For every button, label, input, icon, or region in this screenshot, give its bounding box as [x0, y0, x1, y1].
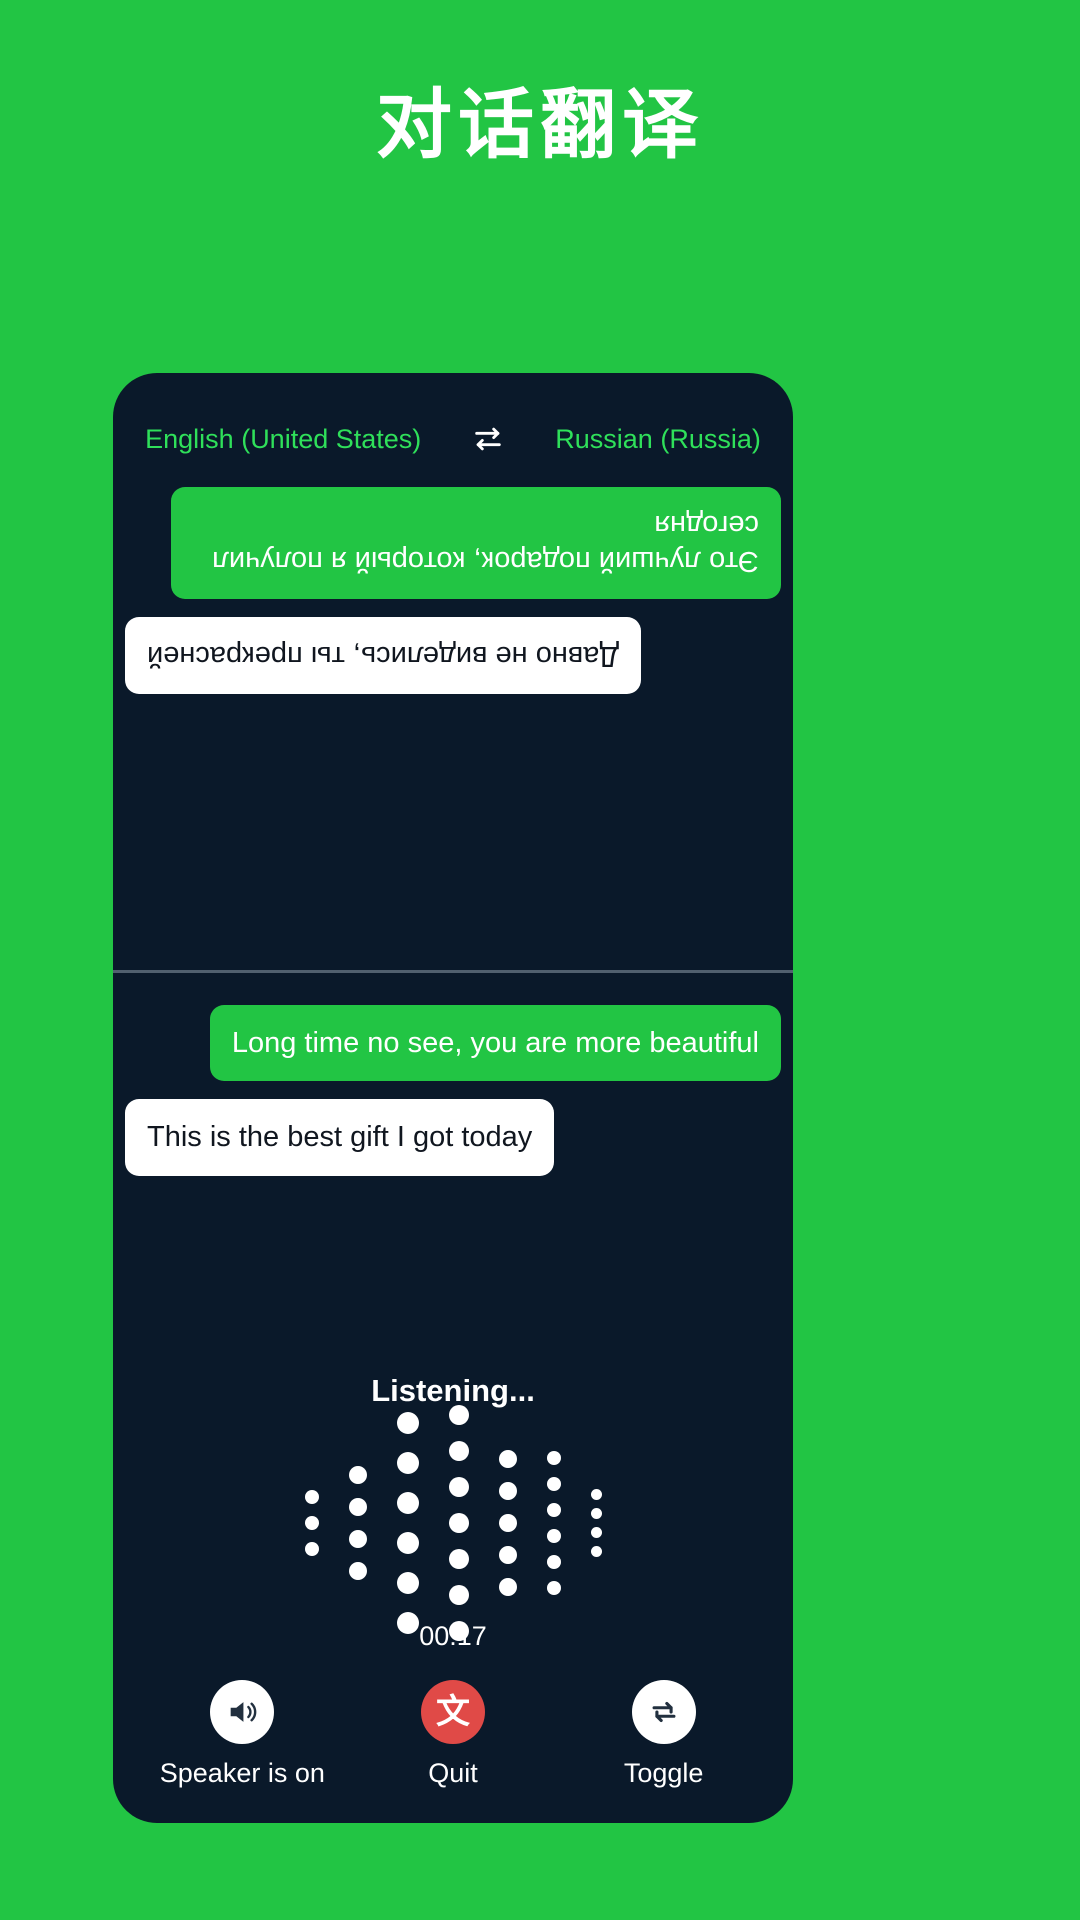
message-row: Это лучший подарок, который я получил се…: [125, 487, 781, 600]
waveform-dot: [498, 1514, 517, 1532]
waveform-dot: [304, 1516, 319, 1530]
bottom-controls: Speaker is on 文 Quit Toggle: [113, 1680, 793, 1789]
quit-label: Quit: [428, 1758, 478, 1788]
page-title: 对话翻译: [376, 83, 704, 168]
waveform-column: [546, 1445, 561, 1601]
conversation-pane-bottom: Long time no see, you are more beautiful…: [113, 983, 793, 1313]
conversation-pane-top: Давно не виделись, ты прекрасней Это луч…: [113, 469, 793, 969]
waveform-dot: [448, 1441, 469, 1461]
language-bar: English (United States) Russian (Russia): [113, 409, 793, 469]
waveform-dot: [448, 1585, 469, 1605]
waveform-dot: [498, 1546, 517, 1564]
waveform-dot: [590, 1489, 602, 1500]
waveform-column: [448, 1397, 469, 1649]
audio-waveform: [113, 1405, 793, 1641]
waveform-dot: [546, 1451, 561, 1465]
waveform-column: [396, 1403, 419, 1643]
waveform-dot: [396, 1412, 419, 1434]
waveform-dot: [448, 1513, 469, 1533]
waveform-dot: [546, 1555, 561, 1569]
message-bubble-ru-1[interactable]: Это лучший подарок, который я получил се…: [171, 487, 781, 600]
waveform-dot: [546, 1581, 561, 1595]
waveform-dot: [546, 1477, 561, 1491]
waveform-dot: [448, 1549, 469, 1569]
message-bubble-en-1[interactable]: Long time no see, you are more beautiful: [209, 1005, 781, 1082]
translate-icon[interactable]: 文: [420, 1680, 485, 1744]
speaker-toggle-label: Speaker is on: [159, 1758, 325, 1788]
waveform-dot: [348, 1498, 367, 1516]
swap-horizontal-icon[interactable]: [471, 422, 505, 456]
waveform-dot: [498, 1482, 517, 1500]
waveform-dot: [304, 1542, 319, 1556]
waveform-dot: [396, 1572, 419, 1594]
waveform-dot: [498, 1578, 517, 1596]
speaker-on-icon[interactable]: [210, 1680, 275, 1744]
message-row: Давно не виделись, ты прекрасней: [125, 617, 781, 694]
waveform-column: [590, 1485, 602, 1561]
phone-frame: English (United States) Russian (Russia)…: [113, 373, 793, 1823]
waveform-dot: [396, 1452, 419, 1474]
waveform-dot: [590, 1546, 602, 1557]
message-row: Long time no see, you are more beautiful: [125, 1005, 781, 1082]
waveform-dot: [590, 1527, 602, 1538]
app-screen: 对话翻译 English (United States) Russian (Ru…: [0, 0, 1080, 1920]
waveform-column: [304, 1484, 319, 1562]
translate-glyph: 文: [435, 1692, 470, 1732]
waveform-dot: [348, 1562, 367, 1580]
waveform-dot: [546, 1529, 561, 1543]
waveform-dot: [546, 1503, 561, 1517]
waveform-dot: [348, 1530, 367, 1548]
speaker-toggle-button[interactable]: Speaker is on: [137, 1680, 347, 1789]
toggle-button[interactable]: Toggle: [559, 1680, 769, 1789]
waveform-dot: [448, 1405, 469, 1425]
waveform-dot: [590, 1508, 602, 1519]
waveform-column: [348, 1459, 367, 1587]
waveform-dot: [396, 1492, 419, 1514]
quit-button[interactable]: 文 Quit: [348, 1680, 558, 1789]
message-row: This is the best gift I got today: [125, 1099, 781, 1176]
target-language-label[interactable]: Russian (Russia): [555, 424, 761, 455]
recording-timer: 00:17: [419, 1621, 487, 1651]
waveform-dot: [396, 1532, 419, 1554]
pane-divider: [113, 970, 793, 973]
message-bubble-ru-2[interactable]: Давно не виделись, ты прекрасней: [125, 617, 642, 694]
message-bubble-en-2[interactable]: This is the best gift I got today: [125, 1099, 555, 1176]
repeat-arrows-icon[interactable]: [631, 1680, 696, 1744]
waveform-dot: [498, 1450, 517, 1468]
waveform-dot: [348, 1466, 367, 1484]
waveform-column: [498, 1443, 517, 1603]
waveform-dot: [304, 1490, 319, 1504]
source-language-label[interactable]: English (United States): [145, 424, 421, 455]
toggle-label: Toggle: [623, 1758, 704, 1788]
waveform-dot: [448, 1477, 469, 1497]
